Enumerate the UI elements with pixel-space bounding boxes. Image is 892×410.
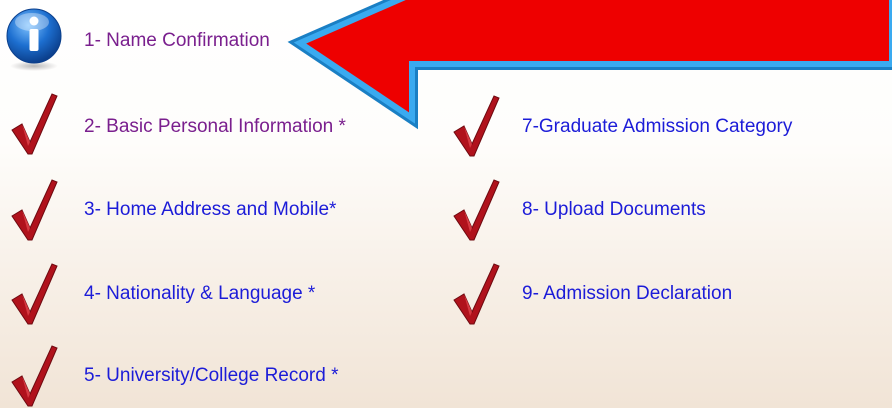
step-1-name-confirmation[interactable]: 1- Name Confirmation [0, 0, 320, 76]
check-icon [453, 95, 500, 157]
step-2-basic-personal-information[interactable]: 2- Basic Personal Information * [0, 82, 440, 164]
step-5-university-college-record[interactable]: 5- University/College Record * [0, 336, 440, 408]
step-7-label: 7-Graduate Admission Category [522, 116, 793, 137]
step-3-home-address-mobile[interactable]: 3- Home Address and Mobile* [0, 168, 440, 250]
check-icon [11, 179, 58, 241]
step-8-upload-documents[interactable]: 8- Upload Documents [444, 168, 884, 250]
step-4-label: 4- Nationality & Language * [84, 283, 316, 304]
step-4-nationality-language[interactable]: 4- Nationality & Language * [0, 252, 440, 334]
step-1-label: 1- Name Confirmation [84, 30, 270, 51]
check-icon [11, 263, 58, 325]
step-3-label: 3- Home Address and Mobile* [84, 199, 337, 220]
info-icon [6, 8, 62, 71]
step-5-label: 5- University/College Record * [84, 365, 339, 386]
step-2-label: 2- Basic Personal Information * [84, 116, 346, 137]
step-8-label: 8- Upload Documents [522, 199, 706, 220]
step-7-graduate-admission-category[interactable]: 7-Graduate Admission Category [444, 82, 892, 164]
check-icon [453, 179, 500, 241]
step-9-label: 9- Admission Declaration [522, 283, 733, 304]
check-icon [453, 263, 500, 325]
check-icon [11, 345, 58, 407]
step-9-admission-declaration[interactable]: 9- Admission Declaration [444, 252, 884, 334]
check-icon [11, 93, 58, 155]
